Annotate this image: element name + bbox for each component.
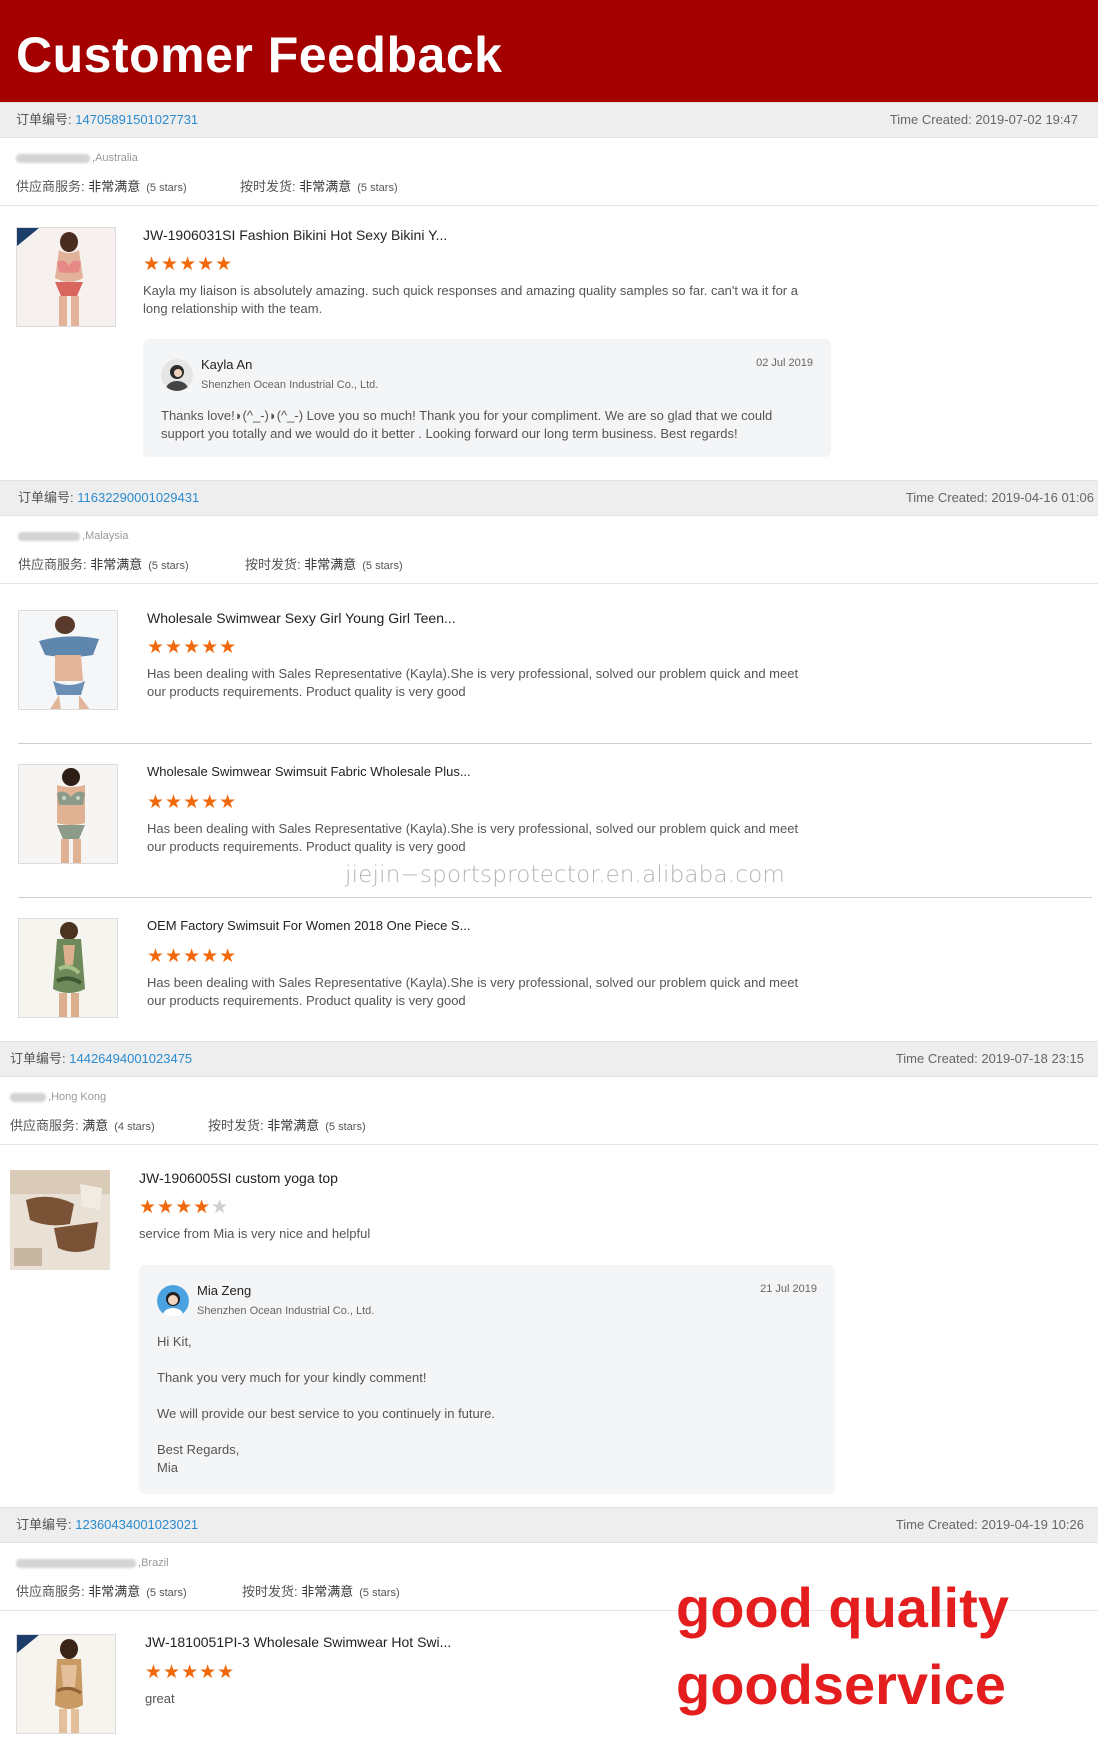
star-rating: ★★★★★ [143,254,234,275]
star-rating: ★★★★★ [147,637,238,658]
product-title[interactable]: JW-1906031SI Fashion Bikini Hot Sexy Bik… [143,227,447,243]
on-time-delivery-rating: 按时发货: 非常满意 (5 stars) [208,1118,366,1133]
product-thumbnail[interactable] [18,764,118,864]
on-time-delivery-rating: 按时发货: 非常满意 (5 stars) [240,179,398,194]
time-created: Time Created: 2019-04-16 01:06 [905,490,1094,505]
item-divider [18,743,1092,744]
buyer-country: ,Australia [16,152,138,164]
on-time-delivery-rating: 按时发货: 非常满意 (5 stars) [242,1584,400,1599]
order-number: 订单编号: 14426494001023475 [10,1051,193,1066]
product-thumbnail[interactable] [16,1634,116,1734]
on-time-delivery-rating: 按时发货: 非常满意 (5 stars) [245,557,403,572]
slogan-line-1: good quality [676,1576,1009,1639]
swimwear-image [19,765,117,863]
buyer-info: ,Hong Kong 供应商服务: 满意 (4 stars) 按时发货: 非常满意… [0,1077,1098,1145]
order-number-link[interactable]: 14705891501027731 [75,112,198,127]
reply-company: Shenzhen Ocean Industrial Co., Ltd. [197,1305,375,1317]
buyer-comment: Has been dealing with Sales Representati… [147,821,799,854]
product-title[interactable]: JW-1906005SI custom yoga top [139,1170,338,1186]
buyer-country: ,Brazil [16,1557,169,1569]
supplier-reply: Mia Zeng Shenzhen Ocean Industrial Co., … [139,1265,835,1494]
buyer-country: ,Malaysia [18,530,128,542]
reply-line: We will provide our best service to you … [157,1406,495,1421]
order-block: 订单编号: 14426494001023475 Time Created: 20… [0,1041,1098,1145]
order-header: 订单编号: 14426494001023475 Time Created: 20… [0,1041,1098,1077]
product-title[interactable]: Wholesale Swimwear Swimsuit Fabric Whole… [147,764,471,779]
order-block: 订单编号: 11632290001029431 Time Created: 20… [0,480,1098,584]
time-created: Time Created: 2019-07-18 23:15 [895,1051,1084,1066]
star-rating: ★★★★★ [139,1197,230,1218]
bikini-image [17,228,115,326]
reply-line: Thank you very much for your kindly comm… [157,1370,427,1385]
star-rating: ★★★★★ [147,946,238,967]
product-thumbnail[interactable] [18,918,118,1018]
star-rating: ★★★★★ [145,1662,236,1683]
page-title: Customer Feedback [16,27,503,83]
product-title[interactable]: JW-1810051PI-3 Wholesale Swimwear Hot Sw… [145,1634,451,1650]
order-number: 订单编号: 12360434001023021 [16,1517,199,1532]
buyer-name-blurred [18,531,80,541]
swimsuit-image [17,1635,115,1733]
star-rating: ★★★★★ [147,792,238,813]
avatar [161,359,193,391]
product-title[interactable]: Wholesale Swimwear Sexy Girl Young Girl … [147,610,456,626]
order-number: 订单编号: 14705891501027731 [16,112,199,127]
order-number-link[interactable]: 11632290001029431 [77,490,199,505]
reply-author: Kayla An [201,357,253,372]
reply-line: Mia [157,1460,178,1475]
buyer-info: ,Malaysia 供应商服务: 非常满意 (5 stars) 按时发货: 非常满… [0,516,1098,584]
page-banner: Customer Feedback [0,0,1098,102]
item-divider [18,897,1092,898]
order-number-link[interactable]: 14426494001023475 [69,1051,192,1066]
buyer-name-blurred [16,153,90,163]
supplier-service-rating: 供应商服务: 满意 (4 stars) [10,1118,155,1133]
supplier-service-rating: 供应商服务: 非常满意 (5 stars) [16,179,187,194]
buyer-country: ,Hong Kong [10,1091,106,1103]
supplier-reply: Kayla An Shenzhen Ocean Industrial Co., … [143,339,831,457]
avatar [157,1285,189,1317]
reply-date: 21 Jul 2019 [760,1283,817,1295]
product-title[interactable]: OEM Factory Swimsuit For Women 2018 One … [147,918,470,933]
buyer-name-blurred [10,1092,46,1102]
supplier-service-rating: 供应商服务: 非常满意 (5 stars) [16,1584,187,1599]
reply-company: Shenzhen Ocean Industrial Co., Ltd. [201,379,379,391]
order-header: 订单编号: 14705891501027731 Time Created: 20… [0,102,1098,138]
buyer-comment: service from Mia is very nice and helpfu… [139,1226,371,1241]
buyer-name-blurred [16,1558,136,1568]
buyer-comment: Kayla my liaison is absolutely amazing. … [143,283,798,316]
reply-text: Thanks love!◗(^_-)◗(^_-) Love you so muc… [161,408,773,441]
supplier-service-rating: 供应商服务: 非常满意 (5 stars) [18,557,189,572]
slogan-line-2: goodservice [676,1653,1006,1716]
buyer-comment: Has been dealing with Sales Representati… [147,975,799,1008]
order-number: 订单编号: 11632290001029431 [18,490,200,505]
time-created: Time Created: 2019-04-19 10:26 [895,1517,1084,1532]
order-block: 订单编号: 14705891501027731 Time Created: 20… [0,102,1098,206]
watermark: jiejin−sportsprotector.en.alibaba.com [345,862,785,888]
reply-date: 02 Jul 2019 [756,357,813,369]
buyer-comment: Has been dealing with Sales Representati… [147,666,799,699]
swimsuit-image [19,919,117,1017]
order-header: 订单编号: 11632290001029431 Time Created: 20… [0,480,1098,516]
yoga-top-image [10,1170,110,1270]
reply-line: Hi Kit, [157,1334,192,1349]
order-header: 订单编号: 12360434001023021 Time Created: 20… [0,1507,1098,1543]
buyer-info: ,Australia 供应商服务: 非常满意 (5 stars) 按时发货: 非常… [0,138,1098,206]
product-thumbnail[interactable] [16,227,116,327]
product-thumbnail[interactable] [10,1170,110,1270]
swimwear-image [19,611,117,709]
order-number-link[interactable]: 12360434001023021 [75,1517,198,1532]
product-thumbnail[interactable] [18,610,118,710]
reply-line: Best Regards, [157,1442,240,1457]
reply-author: Mia Zeng [197,1283,252,1298]
time-created: Time Created: 2019-07-02 19:47 [889,112,1078,127]
